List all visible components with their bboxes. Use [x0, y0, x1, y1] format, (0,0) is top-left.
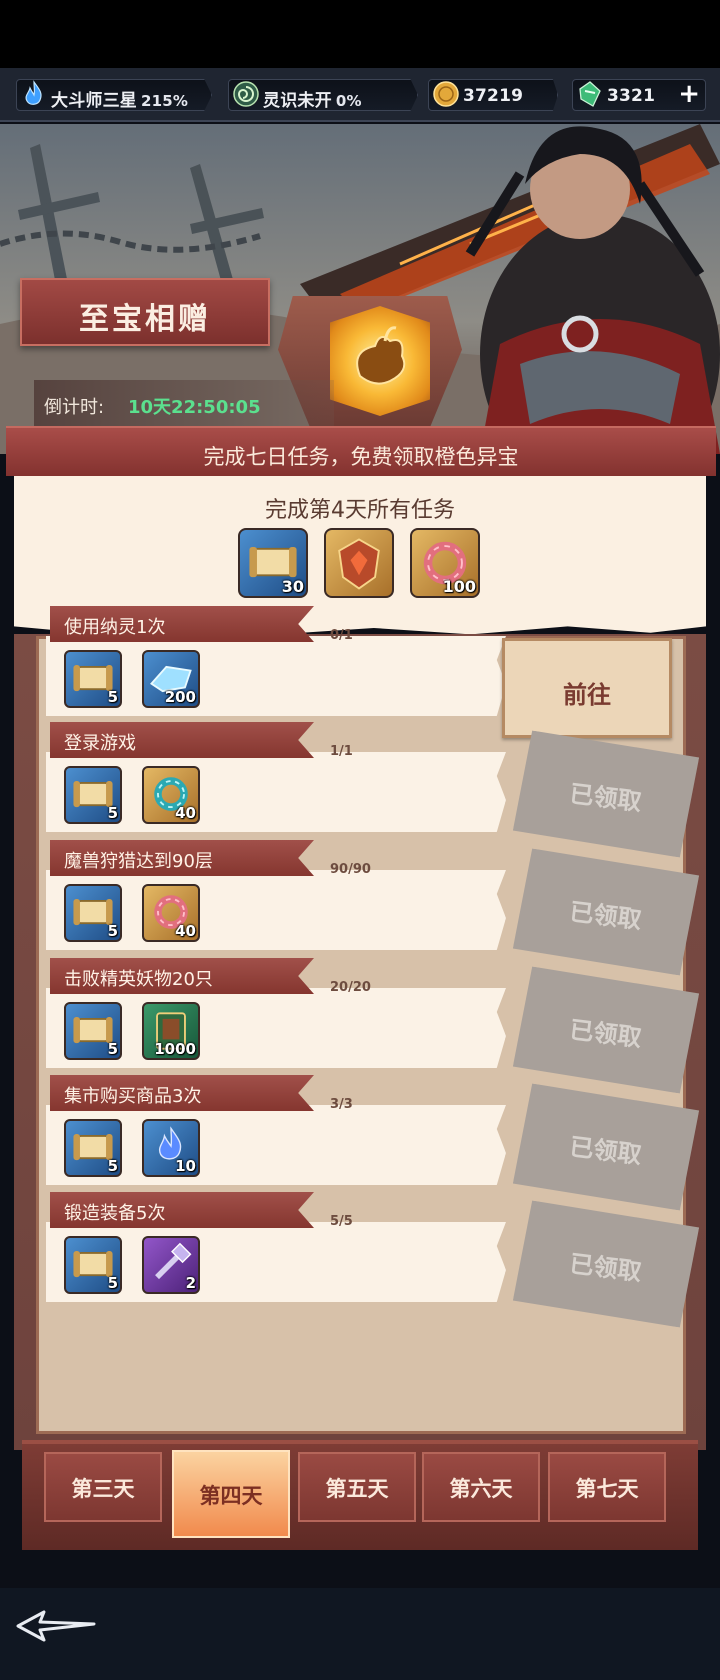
orange-treasure-icon[interactable]: [330, 306, 430, 416]
task-reward-item[interactable]: 40: [142, 884, 200, 942]
event-title-banner: 至宝相赠: [20, 278, 270, 346]
task-name-tag: 锻造装备5次: [50, 1192, 314, 1228]
task-reward-item[interactable]: 2: [142, 1236, 200, 1294]
task-row: 魔兽狩猎达到90层 90/90 5 40 已领取: [46, 840, 686, 954]
event-slogan: 完成七日任务，免费领取橙色异宝: [203, 445, 519, 469]
task-row: 击败精英妖物20只 20/20 5 1000 已领取: [46, 958, 686, 1072]
gold-resource[interactable]: 37219: [428, 79, 558, 111]
task-reward-item[interactable]: 5: [64, 1002, 122, 1060]
tab-day-7[interactable]: 第七天: [548, 1452, 666, 1522]
task-row: 集市购买商品3次 3/3 5 10 已领取: [46, 1075, 686, 1189]
rank-resource[interactable]: 大斗师三星 215%: [16, 79, 212, 111]
countdown-value: 10天22:50:05: [128, 397, 261, 418]
task-name-tag: 击败精英妖物20只: [50, 958, 314, 994]
task-progress: 5/5: [330, 1214, 353, 1229]
event-slogan-banner: 完成七日任务，免费领取橙色异宝: [6, 426, 716, 476]
task-reward-item[interactable]: 40: [142, 766, 200, 824]
task-name: 击败精英妖物20只: [64, 969, 213, 990]
task-name: 使用纳灵1次: [64, 617, 166, 638]
status-bar-area: [0, 0, 720, 68]
task-reward-item[interactable]: 5: [64, 650, 122, 708]
countdown: 倒计时: 10天22:50:05: [34, 380, 334, 430]
tab-day-3[interactable]: 第三天: [44, 1452, 162, 1522]
tab-day-6[interactable]: 第六天: [422, 1452, 540, 1522]
day-reward-item[interactable]: [324, 528, 394, 598]
task-reward-item[interactable]: 5: [64, 1119, 122, 1177]
task-reward-item[interactable]: 5: [64, 884, 122, 942]
event-title: 至宝相赠: [79, 302, 211, 337]
tab-day-4[interactable]: 第四天: [172, 1450, 290, 1538]
task-row: 锻造装备5次 5/5 5 2 已领取: [46, 1192, 686, 1306]
jade-icon: [579, 81, 601, 107]
spirit-resource[interactable]: 灵识未开 0%: [228, 79, 418, 111]
day-reward-item[interactable]: 30: [238, 528, 308, 598]
task-name-tag: 使用纳灵1次: [50, 606, 314, 642]
countdown-label: 倒计时:: [44, 397, 105, 418]
task-reward-item[interactable]: 200: [142, 650, 200, 708]
task-name-tag: 魔兽狩猎达到90层: [50, 840, 314, 876]
task-progress: 20/20: [330, 980, 371, 995]
tab-day-5[interactable]: 第五天: [298, 1452, 416, 1522]
task-reward-item[interactable]: 5: [64, 766, 122, 824]
task-row: 使用纳灵1次 0/1 5 200 前往: [46, 606, 686, 738]
task-progress: 1/1: [330, 744, 353, 759]
back-arrow-icon[interactable]: [14, 1606, 98, 1646]
task-row: 登录游戏 1/1 5 40 已领取: [46, 722, 686, 836]
treasure-heart-icon: [356, 326, 406, 385]
day-reward-item[interactable]: 100: [410, 528, 480, 598]
gold-coin-icon: [433, 81, 459, 107]
green-spiral-icon: [233, 81, 259, 107]
blue-flame-icon: [25, 80, 42, 105]
add-jade-button[interactable]: +: [678, 81, 700, 107]
task-name-tag: 集市购买商品3次: [50, 1075, 314, 1111]
task-name: 锻造装备5次: [64, 1203, 166, 1224]
resource-bar: 大斗师三星 215% 灵识未开 0% 37219 3321 +: [0, 68, 720, 122]
task-reward-item[interactable]: 10: [142, 1119, 200, 1177]
gem-badge-icon: [338, 538, 380, 590]
task-progress: 90/90: [330, 862, 371, 877]
task-name: 魔兽狩猎达到90层: [64, 851, 213, 872]
task-name-tag: 登录游戏: [50, 722, 314, 758]
task-reward-item[interactable]: 1000: [142, 1002, 200, 1060]
task-progress: 3/3: [330, 1097, 353, 1112]
task-reward-item[interactable]: 5: [64, 1236, 122, 1294]
task-name: 集市购买商品3次: [64, 1086, 202, 1107]
task-progress: 0/1: [330, 628, 353, 643]
bottom-bar: [0, 1588, 720, 1680]
task-name: 登录游戏: [64, 733, 136, 754]
day-reward-title: 完成第4天所有任务: [265, 498, 455, 523]
